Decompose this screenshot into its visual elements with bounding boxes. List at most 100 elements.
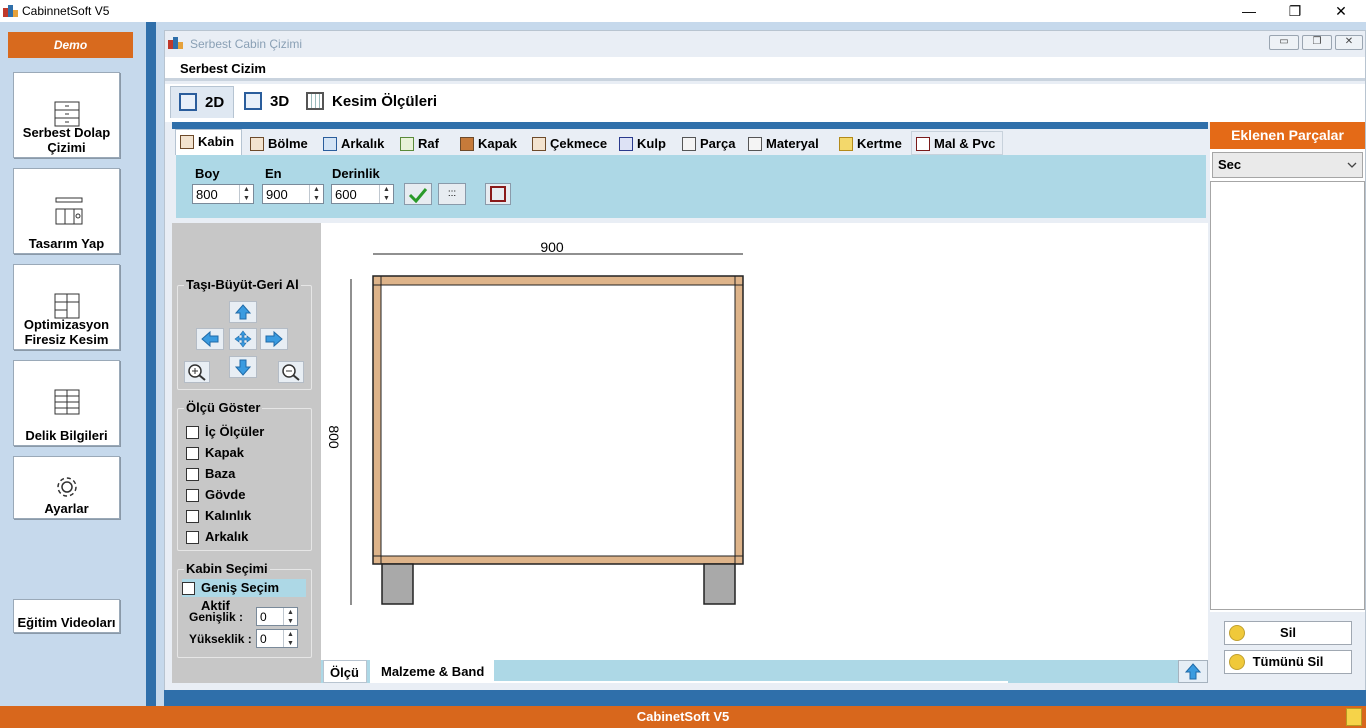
checkbox-box[interactable] (186, 531, 199, 544)
tab-olcu[interactable]: Ölçü (323, 660, 367, 683)
tab-kabin[interactable]: Kabin (175, 129, 242, 155)
stepper-arrows-icon[interactable]: ▲ ▼ (379, 185, 393, 203)
maximize-button[interactable]: ❐ (1272, 0, 1318, 22)
en-input[interactable] (264, 186, 312, 202)
select-group-title: Kabin Seçimi (184, 561, 270, 576)
added-parts-title: Eklenen Parçalar (1210, 122, 1365, 149)
child-restore-button[interactable]: ❐ (1302, 35, 1332, 50)
tab-kesim-olculeri[interactable]: Kesim Ölçüleri (298, 86, 438, 118)
chevron-down-icon[interactable] (1347, 161, 1357, 169)
sidebar-item-ayarlar[interactable]: Ayarlar (13, 456, 120, 519)
checkbox-label: Kalınlık (205, 508, 252, 523)
zoom-in-icon (188, 364, 206, 381)
tab-raf[interactable]: Raf (395, 131, 447, 155)
width-input[interactable] (258, 609, 282, 625)
checkbox-box[interactable] (186, 426, 199, 439)
boy-stepper[interactable]: ▲▼ (192, 184, 254, 204)
checkbox-kalinlik[interactable]: Kalınlık (186, 507, 296, 525)
tab-cekmece[interactable]: Çekmece (527, 131, 611, 155)
cut-layout-icon (54, 293, 80, 319)
sidebar-item-egitim-videolari[interactable]: Eğitim Videoları (13, 599, 120, 633)
close-button[interactable]: ✕ (1318, 0, 1364, 22)
shelf-icon (400, 137, 414, 151)
tab-bolme[interactable]: Bölme (245, 131, 315, 155)
tab-materyal[interactable]: Materyal (743, 131, 827, 155)
delete-button[interactable]: Sil (1224, 621, 1352, 645)
door-exit-icon[interactable] (1346, 708, 1362, 726)
checkbox-box[interactable] (182, 582, 195, 595)
tab-label: 2D (205, 94, 225, 111)
arrow-up-icon (234, 304, 252, 320)
sidebar-divider (146, 22, 156, 706)
height-stepper[interactable]: ▲▼ (256, 629, 298, 648)
cabinet-drawing[interactable]: 900 800 (321, 223, 1208, 660)
stepper-arrows-icon[interactable]: ▲ ▼ (283, 630, 297, 647)
checkbox-genis-secim[interactable]: Geniş Seçim Aktif (182, 579, 306, 613)
move-right-button[interactable] (260, 328, 288, 350)
sidebar-item-optimizasyon[interactable]: Optimizasyon Firesiz Kesim (13, 264, 120, 350)
zoom-out-button[interactable] (278, 361, 304, 383)
tab-kulp[interactable]: Kulp (614, 131, 672, 155)
tab-kertme[interactable]: Kertme (834, 131, 907, 155)
part-icon (682, 137, 696, 151)
minimize-button[interactable]: — (1226, 0, 1272, 22)
sidebar-item-delik-bilgileri[interactable]: Delik Bilgileri (13, 360, 120, 446)
derinlik-stepper[interactable]: ▲▼ (331, 184, 394, 204)
move-down-button[interactable] (229, 356, 257, 378)
en-stepper[interactable]: ▲▼ (262, 184, 324, 204)
scroll-up-button[interactable] (1178, 660, 1208, 683)
width-stepper[interactable]: ▲▼ (256, 607, 298, 626)
checkbox-box[interactable] (186, 510, 199, 523)
height-input[interactable] (258, 631, 282, 647)
sidebar-item-label: Delik Bilgileri (25, 428, 108, 443)
cabinet-interior (380, 284, 736, 557)
checkbox-box[interactable] (186, 489, 199, 502)
center-button[interactable] (229, 328, 257, 350)
checkbox-arkalik[interactable]: Arkalık (186, 528, 296, 546)
checkbox-label: Baza (205, 466, 236, 481)
drawing-canvas[interactable]: 900 800 (321, 223, 1208, 660)
tab-malzeme-band[interactable]: Malzeme & Band (370, 660, 494, 683)
tab-arkalik[interactable]: Arkalık (318, 131, 392, 155)
move-left-button[interactable] (196, 328, 224, 350)
checkbox-label: Gövde (205, 487, 246, 502)
checkbox-govde[interactable]: Gövde (186, 486, 296, 504)
stepper-arrows-icon[interactable]: ▲ ▼ (309, 185, 323, 203)
status-strip (164, 690, 1366, 706)
title-bar (0, 0, 1366, 22)
options-button[interactable]: ::: (438, 183, 466, 205)
derinlik-input[interactable] (333, 186, 382, 202)
checkbox-box[interactable] (186, 468, 199, 481)
child-close-button[interactable]: ✕ (1335, 35, 1363, 50)
door-icon (460, 137, 474, 151)
added-parts-list[interactable] (1210, 181, 1365, 610)
sidebar-item-serbest-dolap[interactable]: Serbest Dolap Çizimi (13, 72, 120, 158)
arrow-up-icon (1184, 663, 1202, 680)
frame-toggle-button[interactable] (485, 183, 511, 205)
tab-2d[interactable]: 2D (170, 86, 234, 118)
edge-band-icon (916, 137, 930, 151)
tab-3d[interactable]: 3D (236, 86, 298, 118)
child-minimize-button[interactable]: ▭ (1269, 35, 1299, 50)
checkbox-baza[interactable]: Baza (186, 465, 296, 483)
menu-serbest-cizim[interactable]: Serbest Cizim (180, 61, 266, 76)
parts-select[interactable]: Sec (1212, 152, 1363, 178)
tab-kapak[interactable]: Kapak (455, 131, 522, 155)
boy-input[interactable] (194, 186, 242, 202)
checkbox-kapak[interactable]: Kapak (186, 444, 296, 462)
zoom-in-button[interactable] (184, 361, 210, 383)
stepper-arrows-icon[interactable]: ▲ ▼ (239, 185, 253, 203)
apply-button[interactable] (404, 183, 432, 205)
stepper-arrows-icon[interactable]: ▲ ▼ (283, 608, 297, 625)
checkbox-ic-olculer[interactable]: İç Ölçüler (186, 423, 296, 441)
tab-mal-pvc[interactable]: Mal & Pvc (911, 131, 1003, 155)
delete-all-button[interactable]: Tümünü Sil (1224, 650, 1352, 674)
layout-3d-icon (244, 92, 262, 110)
height-dimension-label: 800 (326, 425, 342, 449)
checkbox-box[interactable] (186, 447, 199, 460)
delete-all-icon (1229, 654, 1245, 670)
move-up-button[interactable] (229, 301, 257, 323)
sidebar-item-label: Ayarlar (44, 501, 89, 516)
tab-parca[interactable]: Parça (677, 131, 739, 155)
sidebar-item-tasarim-yap[interactable]: Tasarım Yap (13, 168, 120, 254)
